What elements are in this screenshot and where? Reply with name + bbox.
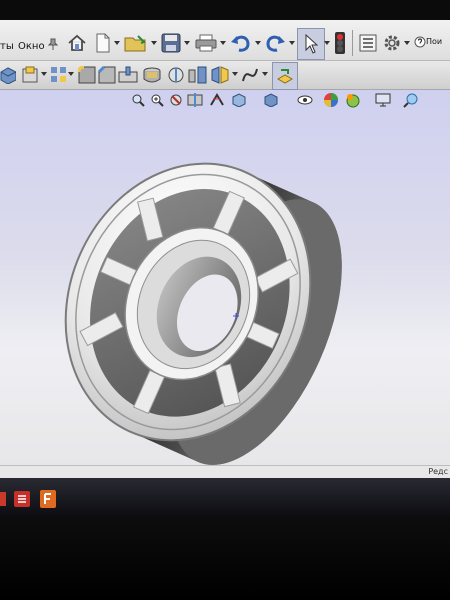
status-text: Редс (428, 467, 448, 476)
menubar: ты Окно Пои (0, 20, 450, 61)
redo-icon[interactable] (263, 32, 287, 54)
fillet-icon[interactable] (78, 64, 96, 86)
open-folder-icon[interactable] (123, 32, 149, 54)
options-list-icon[interactable] (357, 32, 379, 54)
help-search-label[interactable]: Пои (426, 37, 442, 46)
chevron-down-icon[interactable] (323, 38, 331, 48)
new-document-icon[interactable] (93, 32, 113, 54)
chamfer-icon[interactable] (98, 64, 116, 86)
extruded-boss-icon[interactable] (0, 64, 16, 86)
chevron-down-icon[interactable] (232, 69, 238, 79)
chevron-down-icon[interactable] (219, 38, 227, 48)
chevron-down-icon[interactable] (150, 38, 158, 48)
pin-icon[interactable] (47, 36, 59, 52)
command-manager-toolbar (0, 61, 450, 90)
rib-icon[interactable] (118, 64, 138, 86)
chevron-down-icon[interactable] (113, 38, 121, 48)
draft-icon[interactable] (166, 64, 186, 86)
home-icon[interactable] (66, 32, 88, 54)
screen: ты Окно Пои Редс (0, 0, 450, 515)
curves-icon[interactable] (240, 64, 260, 86)
hole-wizard-icon[interactable] (188, 64, 208, 86)
select-cursor-icon[interactable] (297, 28, 325, 60)
settings-gear-icon[interactable] (381, 31, 403, 55)
linear-pattern-icon[interactable] (50, 64, 68, 86)
chevron-down-icon[interactable] (254, 38, 262, 48)
menu-item-tools[interactable]: ты (0, 41, 14, 52)
toolbar-separator (352, 30, 353, 56)
instant3d-icon[interactable] (272, 62, 298, 90)
solidworks-taskbar-icon[interactable] (14, 491, 30, 507)
chevron-down-icon[interactable] (68, 69, 74, 79)
help-icon[interactable] (414, 35, 426, 49)
app-taskbar-icon[interactable] (40, 490, 56, 508)
revolved-boss-icon[interactable] (20, 64, 40, 86)
taskbar (0, 478, 450, 515)
monitor-bezel-bottom (0, 515, 450, 600)
monitor-bezel-top (0, 0, 450, 20)
menu-item-window[interactable]: Окно (18, 41, 45, 52)
taskbar-edge-icon[interactable] (0, 492, 6, 506)
chevron-down-icon[interactable] (183, 38, 191, 48)
print-icon[interactable] (194, 32, 218, 54)
graphics-area[interactable] (0, 90, 450, 465)
undo-icon[interactable] (229, 32, 253, 54)
save-icon[interactable] (160, 32, 182, 54)
chevron-down-icon[interactable] (41, 69, 47, 79)
3d-model-ring-part[interactable] (0, 90, 450, 465)
mirror-icon[interactable] (210, 64, 230, 86)
traffic-light-icon[interactable] (331, 30, 349, 56)
chevron-down-icon[interactable] (262, 69, 268, 79)
shell-icon[interactable] (142, 64, 162, 86)
status-bar: Редс (0, 465, 450, 478)
chevron-down-icon[interactable] (403, 38, 411, 48)
chevron-down-icon[interactable] (288, 38, 296, 48)
